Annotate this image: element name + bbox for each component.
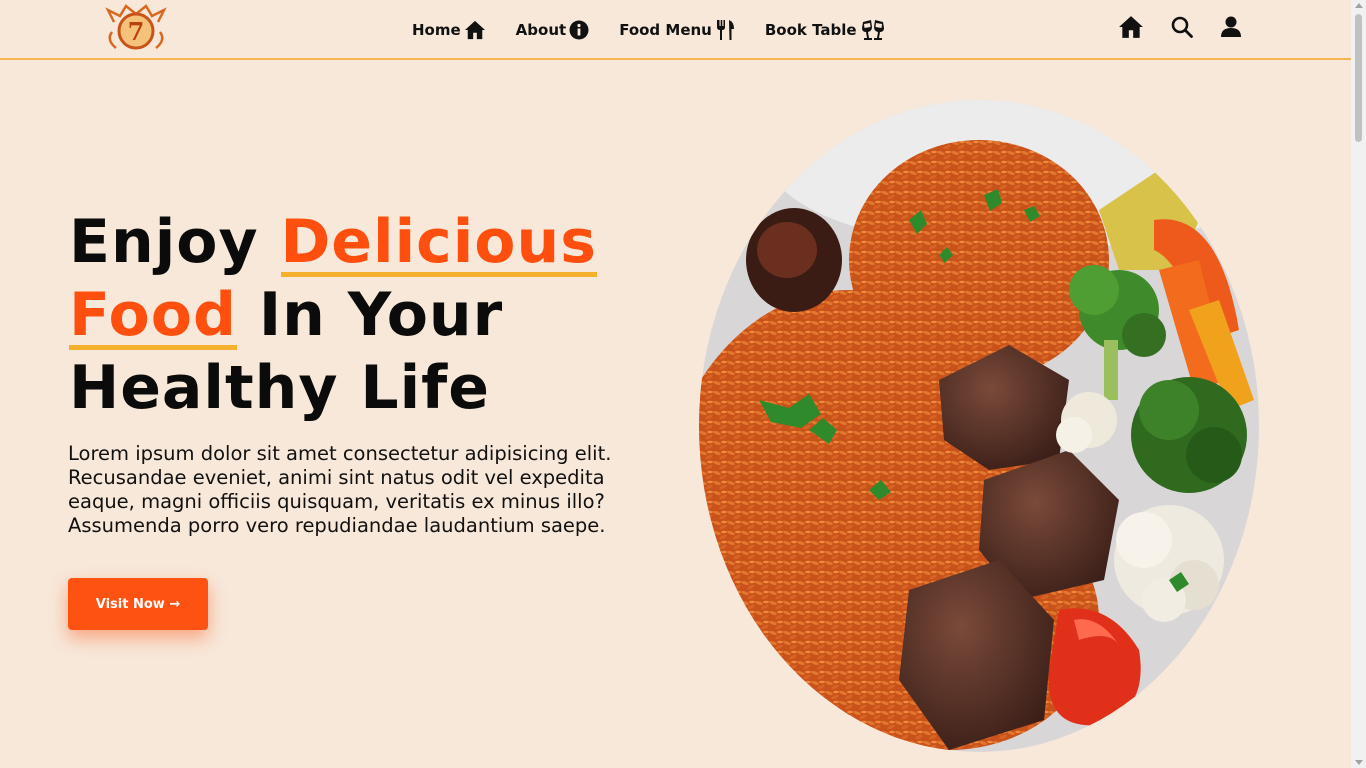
hero-title: Enjoy Delicious Food In Your Healthy Lif… [69,206,689,425]
hero-food-image [699,100,1259,752]
site-header: 7 Home About Food Menu Book Table [0,0,1351,60]
info-icon [569,20,589,40]
hero-title-part1: Enjoy [69,207,281,277]
scroll-thumb[interactable] [1355,14,1362,142]
main-nav: Home About Food Menu Book Table [412,16,916,44]
nav-food-menu[interactable]: Food Menu [619,16,735,44]
utensils-icon [716,20,734,40]
cheers-icon [861,20,884,40]
nav-home-label: Home [412,21,461,39]
page-scrollbar[interactable] [1351,0,1366,768]
nav-food-menu-label: Food Menu [619,21,712,39]
scroll-down-icon[interactable] [1355,760,1363,765]
home-icon[interactable] [1118,15,1144,43]
crown-logo-icon: 7 [105,4,167,50]
jollof-rice-plate-illustration [699,100,1259,752]
nav-book-table[interactable]: Book Table [765,16,886,44]
nav-about-label: About [515,21,567,39]
hero-title-accent-food: Food [69,280,237,350]
header-actions [1118,15,1242,43]
nav-book-table-label: Book Table [764,21,857,39]
scroll-up-icon[interactable] [1355,3,1363,8]
hero-title-part3: Healthy Life [69,353,490,423]
hero-title-part2: In Your [236,280,504,350]
hero-title-accent-delicious: Delicious [280,207,597,277]
nav-about[interactable]: About [516,16,590,44]
nav-home[interactable]: Home [412,16,486,44]
home-icon [464,20,485,40]
logo[interactable]: 7 [104,2,168,54]
search-icon[interactable] [1171,16,1193,42]
user-icon[interactable] [1220,16,1242,42]
visit-now-button[interactable]: Visit Now → [68,578,208,630]
logo-text: 7 [128,17,145,46]
hero-paragraph: Lorem ipsum dolor sit amet consectetur a… [68,442,612,537]
